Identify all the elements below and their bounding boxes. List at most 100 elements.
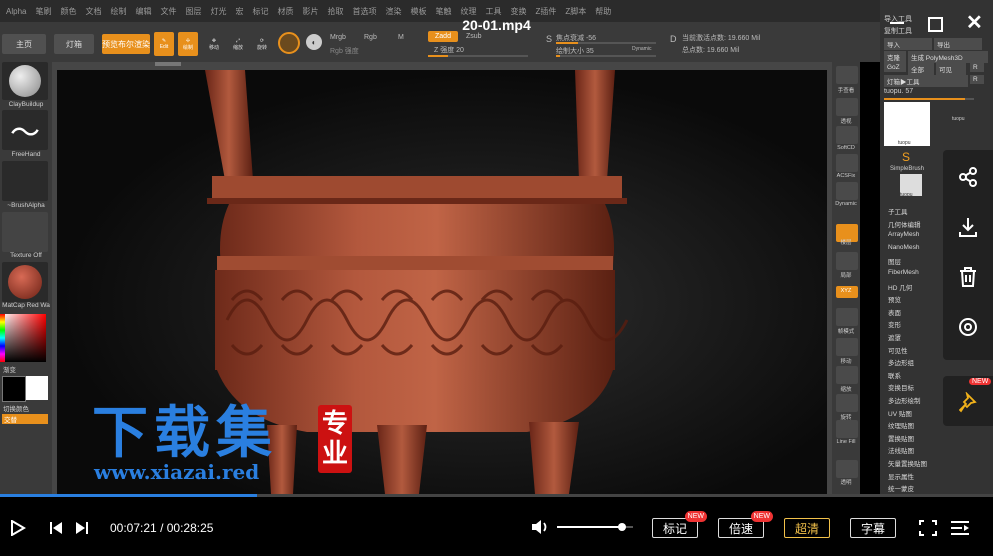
- menu-item[interactable]: 变换: [510, 6, 526, 17]
- tool-section-item[interactable]: 表面: [888, 307, 901, 317]
- export-button[interactable]: 导出: [934, 38, 982, 50]
- clone-button[interactable]: 克隆: [884, 51, 906, 63]
- alpha-thumbnail[interactable]: [2, 161, 48, 201]
- menu-item[interactable]: 文件: [160, 6, 176, 17]
- tool-section-item[interactable]: 置换贴图: [888, 433, 914, 443]
- shelf-button-local[interactable]: [836, 252, 858, 270]
- shelf-button-move[interactable]: [836, 338, 858, 356]
- menu-item[interactable]: 文档: [85, 6, 101, 17]
- tool-section-item[interactable]: NanoMesh: [888, 244, 919, 251]
- menu-item[interactable]: 笔刷: [35, 6, 51, 17]
- tool-section-item[interactable]: 多边形组: [888, 357, 914, 367]
- tool-section-item[interactable]: 显示属性: [888, 471, 914, 481]
- previous-icon[interactable]: [48, 520, 64, 536]
- tool-section-item[interactable]: 变形: [888, 319, 901, 329]
- menu-item[interactable]: 纹理: [460, 6, 476, 17]
- shelf-button-1[interactable]: [836, 66, 858, 84]
- tool-slider[interactable]: [884, 98, 974, 100]
- main-color-swatch[interactable]: [2, 376, 26, 402]
- tool-thumbnail-2[interactable]: [940, 104, 980, 144]
- minimize-icon[interactable]: [890, 22, 904, 24]
- tool-section-item[interactable]: 联系: [888, 370, 901, 380]
- menu-item[interactable]: Z脚本: [565, 6, 586, 17]
- secondary-color-swatch[interactable]: [26, 376, 48, 400]
- menu-item[interactable]: 灯光: [210, 6, 226, 17]
- tool-section-item[interactable]: 纹理贴图: [888, 420, 914, 430]
- preview-render-button[interactable]: 预览布尔渲染: [102, 34, 150, 54]
- menu-item[interactable]: 帮助: [595, 6, 611, 17]
- tool-section-item[interactable]: 矢量置换贴图: [888, 458, 927, 468]
- r-button-2[interactable]: R: [970, 75, 984, 84]
- color-mode-icon[interactable]: ◐: [306, 34, 322, 50]
- tool-section-item[interactable]: HD 几何: [888, 282, 912, 292]
- download-icon[interactable]: [943, 202, 993, 252]
- quality-button[interactable]: 超清: [784, 518, 830, 538]
- tool-section-item[interactable]: UV 贴图: [888, 408, 912, 418]
- move-button[interactable]: ✥ 移动: [204, 32, 224, 56]
- volume-icon[interactable]: [530, 518, 550, 536]
- draw-button[interactable]: ✢ 绘制: [178, 32, 198, 56]
- menu-item[interactable]: 工具: [485, 6, 501, 17]
- focal-shift-slider[interactable]: [556, 42, 656, 44]
- menu-item[interactable]: Alpha: [6, 7, 26, 16]
- tool-section-item[interactable]: 预览: [888, 294, 901, 304]
- menu-item[interactable]: 材质: [277, 6, 293, 17]
- rgb-label[interactable]: Rgb: [364, 34, 377, 41]
- r-button[interactable]: R: [970, 63, 984, 72]
- volume-slider[interactable]: [557, 523, 633, 531]
- lightbox-tool-button[interactable]: 灯箱▶工具: [884, 75, 968, 87]
- menu-item[interactable]: 笔触: [435, 6, 451, 17]
- shelf-button-scale[interactable]: [836, 366, 858, 384]
- hue-strip[interactable]: [0, 314, 5, 362]
- playlist-icon[interactable]: [950, 520, 970, 536]
- tool-section-item[interactable]: 变换目标: [888, 382, 914, 392]
- menu-item[interactable]: 绘制: [110, 6, 126, 17]
- mrgb-label[interactable]: Mrgb: [330, 34, 346, 41]
- menu-item[interactable]: 渲染: [385, 6, 401, 17]
- shelf-button-rotate[interactable]: [836, 394, 858, 412]
- goz-button[interactable]: GoZ: [884, 63, 906, 72]
- texture-thumbnail[interactable]: [2, 212, 48, 252]
- fullscreen-icon[interactable]: [919, 520, 937, 536]
- shelf-button-3[interactable]: [836, 126, 858, 144]
- draw-size-slider[interactable]: [556, 55, 656, 57]
- menu-item[interactable]: 颜色: [60, 6, 76, 17]
- shelf-button-frame[interactable]: [836, 308, 858, 326]
- scale-button[interactable]: ⤢ 缩放: [228, 32, 248, 56]
- tool-section-item[interactable]: 法线贴图: [888, 445, 914, 455]
- tool-section-item[interactable]: 统一蒙皮: [888, 483, 914, 493]
- rotate-button[interactable]: ⟳ 旋转: [252, 32, 272, 56]
- play-icon[interactable]: [10, 520, 26, 536]
- menu-item[interactable]: 模板: [410, 6, 426, 17]
- menu-item[interactable]: 编辑: [135, 6, 151, 17]
- clay-brush-thumbnail[interactable]: [2, 62, 48, 100]
- home-button[interactable]: 主页: [2, 34, 46, 54]
- tool-section-item[interactable]: 可见性: [888, 345, 908, 355]
- maximize-icon[interactable]: [928, 17, 943, 32]
- menu-item[interactable]: 标记: [252, 6, 268, 17]
- speed-button[interactable]: 倍速 NEW: [718, 511, 773, 538]
- bookmark-button[interactable]: 标记 NEW: [652, 511, 707, 538]
- shelf-button-4[interactable]: [836, 154, 858, 172]
- z-intensity-label[interactable]: Z 强度 20: [434, 45, 464, 55]
- delete-icon[interactable]: [943, 252, 993, 302]
- color-picker[interactable]: [0, 314, 46, 362]
- settings-icon[interactable]: [943, 302, 993, 352]
- tool-section-item[interactable]: FiberMesh: [888, 269, 919, 276]
- tool-section-item[interactable]: 遮罩: [888, 332, 901, 342]
- dynamic-toggle[interactable]: Dynamic: [632, 46, 651, 52]
- all-button[interactable]: 全部: [908, 63, 934, 75]
- viewport-scroll-handle[interactable]: [155, 62, 181, 66]
- rgb-intensity-label[interactable]: Rgb 强度: [330, 46, 359, 56]
- menu-item[interactable]: 宏: [235, 6, 243, 17]
- menu-item[interactable]: Z插件: [535, 6, 556, 17]
- close-icon[interactable]: ✕: [966, 10, 983, 35]
- menu-item[interactable]: 首选项: [352, 6, 376, 17]
- next-icon[interactable]: [74, 520, 90, 536]
- make-polymesh-button[interactable]: 生成 PolyMesh3D: [908, 51, 988, 63]
- volume-knob[interactable]: [617, 523, 626, 531]
- menu-item[interactable]: 图层: [185, 6, 201, 17]
- menu-item[interactable]: 影片: [302, 6, 318, 17]
- shelf-button-linefill[interactable]: [836, 420, 858, 438]
- alternate-button[interactable]: 交替: [2, 414, 48, 424]
